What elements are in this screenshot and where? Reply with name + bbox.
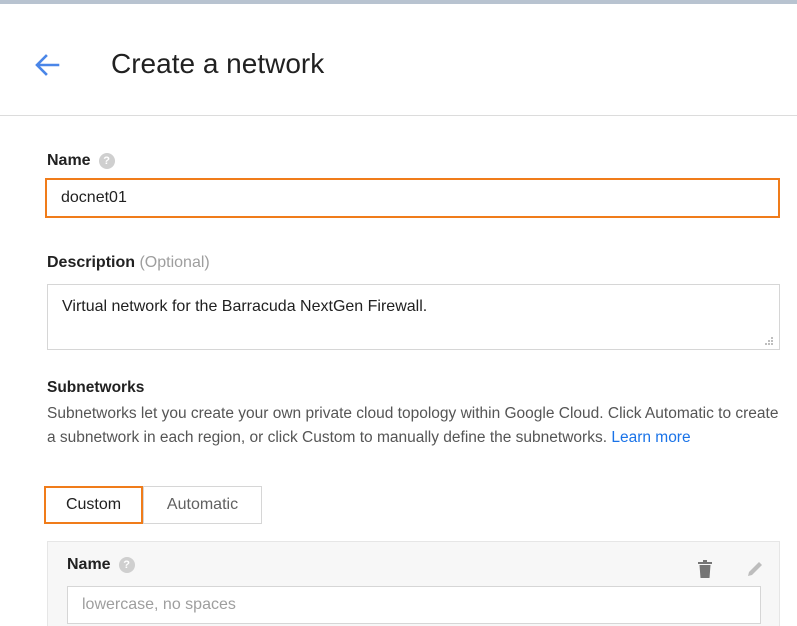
description-label: Description (Optional) (47, 253, 210, 273)
learn-more-link[interactable]: Learn more (611, 429, 690, 446)
subnetworks-heading: Subnetworks (47, 379, 145, 396)
description-input[interactable]: Virtual network for the Barracuda NextGe… (47, 284, 780, 350)
name-label: Name? (47, 151, 115, 171)
question-circle-icon[interactable]: ? (98, 153, 115, 169)
arrow-left-icon (35, 54, 60, 76)
delete-subnet-button[interactable] (693, 557, 717, 581)
question-circle-icon[interactable]: ? (118, 557, 135, 573)
custom-mode-button[interactable]: Custom (44, 486, 143, 524)
page-title: Create a network (111, 48, 325, 79)
trash-icon (698, 560, 712, 578)
pencil-icon (748, 562, 762, 576)
edit-subnet-button[interactable] (743, 557, 767, 581)
resize-grip-icon[interactable] (762, 334, 774, 346)
subnet-name-label: Name? (67, 555, 135, 575)
subnet-name-input[interactable] (67, 586, 761, 624)
description-label-text: Description (47, 254, 136, 271)
automatic-mode-button[interactable]: Automatic (143, 486, 262, 524)
subnet-name-label-text: Name (67, 556, 111, 573)
name-label-text: Name (47, 152, 91, 169)
page-header: Create a network (0, 4, 797, 116)
name-input[interactable] (45, 178, 780, 218)
optional-hint: (Optional) (139, 254, 210, 271)
subnetworks-help-text: Subnetworks let you create your own priv… (47, 402, 787, 450)
back-button[interactable] (30, 48, 64, 82)
